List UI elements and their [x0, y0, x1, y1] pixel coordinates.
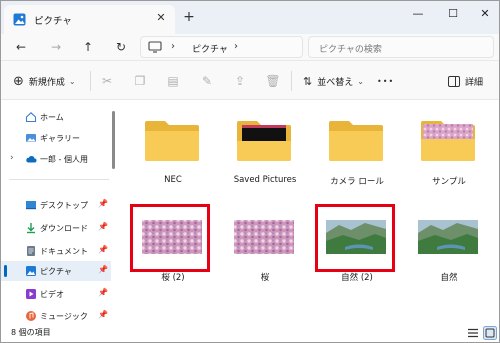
folder-icon [329, 121, 383, 161]
folder-icon [145, 121, 199, 161]
pin-icon: 📌 [98, 222, 108, 231]
file-explorer-window: ピクチャ ✕ + — ☐ ✕ ← → ↑ ↻ › ピクチャ › ピクチャの検索 … [0, 0, 500, 343]
pin-icon: 📌 [98, 288, 108, 297]
details-pane-icon [448, 75, 460, 87]
sidebar-item-gallery[interactable]: ギャラリー [1, 128, 111, 148]
file-list: NEC Saved Pictures カメラ ロール サンプル 桜 (2) 桜 … [116, 101, 499, 323]
cloud-icon [26, 156, 37, 163]
folder-item[interactable]: サンプル [407, 103, 491, 189]
search-box[interactable]: ピクチャの検索 [308, 36, 494, 58]
sidebar-divider [9, 179, 109, 180]
rename-icon[interactable]: ✎ [199, 73, 215, 89]
details-view-icon[interactable] [466, 326, 480, 340]
folder-icon [421, 121, 475, 161]
breadcrumb-pictures[interactable]: ピクチャ [192, 42, 228, 55]
image-file-item[interactable]: 桜 [223, 199, 307, 285]
highlight-frame [130, 204, 210, 272]
sidebar-item-desktop[interactable]: デスクトップ 📌 [1, 195, 111, 215]
chevron-down-icon: ⌄ [357, 76, 364, 86]
folder-icon [237, 121, 291, 161]
pin-icon: 📌 [98, 310, 108, 319]
plus-icon: ⊕ [13, 73, 24, 89]
folder-item[interactable]: NEC [131, 103, 215, 189]
sidebar-item-videos[interactable]: ビデオ 📌 [1, 284, 111, 304]
desktop-icon [26, 201, 36, 210]
up-button[interactable]: ↑ [79, 38, 97, 56]
sidebar-item-home[interactable]: ホーム [1, 107, 111, 127]
music-icon [26, 311, 36, 321]
document-icon [27, 246, 35, 256]
back-button[interactable]: ← [12, 38, 30, 56]
gallery-icon [26, 134, 36, 142]
sidebar-item-documents[interactable]: ドキュメント 📌 [1, 241, 111, 261]
pictures-icon [26, 266, 36, 276]
forward-button[interactable]: → [47, 38, 65, 56]
refresh-button[interactable]: ↻ [112, 38, 130, 56]
new-button[interactable]: ⊕ 新規作成 ⌄ [13, 72, 76, 90]
sort-button[interactable]: ⇅ 並べ替え ⌄ [303, 72, 364, 90]
title-bar: ピクチャ ✕ + — ☐ ✕ [1, 1, 499, 34]
address-bar[interactable]: › ピクチャ › [140, 36, 303, 58]
command-bar: ⊕ 新規作成 ⌄ ✂ ❐ ▤ ✎ ⇪ 🗑 ⇅ 並べ替え ⌄ ••• 詳細 [1, 60, 499, 100]
details-label: 詳細 [465, 77, 484, 88]
new-label: 新規作成 [28, 77, 65, 88]
cut-icon[interactable]: ✂ [99, 73, 115, 89]
sidebar-item-downloads[interactable]: ダウンロード 📌 [1, 218, 111, 238]
cherry-blossom-thumbnail [234, 220, 294, 254]
selection-indicator [4, 265, 7, 277]
pin-icon: 📌 [98, 245, 108, 254]
chevron-right-icon[interactable]: › [10, 153, 14, 163]
sidebar-item-pictures[interactable]: ピクチャ 📌 [1, 261, 111, 281]
home-icon [25, 112, 37, 123]
breadcrumb-chevron-icon[interactable]: › [234, 41, 238, 52]
download-icon [27, 223, 35, 234]
tab-pictures[interactable]: ピクチャ ✕ [4, 5, 175, 34]
sidebar-item-onedrive[interactable]: › 一郎 - 個人用 [1, 149, 111, 169]
sort-icon: ⇅ [303, 74, 313, 88]
minimize-button[interactable]: — [407, 5, 429, 23]
folder-item[interactable]: カメラ ロール [315, 103, 399, 189]
chevron-down-icon: ⌄ [68, 76, 76, 86]
close-button[interactable]: ✕ [474, 5, 496, 23]
pictures-icon [13, 13, 26, 26]
navigation-pane: ホーム ギャラリー › 一郎 - 個人用 デスクトップ 📌 ダウンロード 📌 ド… [1, 101, 114, 323]
details-button[interactable]: 詳細 [448, 72, 483, 90]
divider [90, 71, 91, 91]
sidebar-scrollbar[interactable] [112, 111, 115, 169]
pin-icon: 📌 [98, 199, 108, 208]
divider [291, 71, 292, 91]
share-icon[interactable]: ⇪ [232, 73, 248, 89]
tab-title: ピクチャ [34, 16, 72, 27]
search-input[interactable]: ピクチャの検索 [319, 42, 382, 55]
image-file-item[interactable]: 自然 [407, 199, 491, 285]
thumbnail-view-icon[interactable] [483, 326, 497, 340]
maximize-button[interactable]: ☐ [442, 5, 464, 23]
breadcrumb-chevron-icon: › [171, 41, 175, 52]
navigation-bar: ← → ↑ ↻ › ピクチャ › ピクチャの検索 [1, 34, 499, 60]
sort-label: 並べ替え [317, 77, 354, 88]
pin-icon: 📌 [98, 265, 108, 274]
paste-icon[interactable]: ▤ [165, 73, 181, 89]
video-icon [26, 289, 36, 299]
more-options-button[interactable]: ••• [377, 72, 394, 90]
monitor-icon [148, 41, 162, 53]
copy-icon[interactable]: ❐ [132, 73, 148, 89]
delete-icon[interactable]: 🗑 [265, 73, 281, 89]
new-tab-button[interactable]: + [182, 10, 196, 24]
tab-close-icon[interactable]: ✕ [154, 11, 168, 25]
nature-landscape-thumbnail [418, 220, 478, 254]
highlight-frame [315, 204, 395, 272]
status-bar: 8 個の項目 [1, 323, 499, 342]
item-count: 8 個の項目 [11, 328, 51, 337]
folder-item[interactable]: Saved Pictures [223, 103, 307, 189]
